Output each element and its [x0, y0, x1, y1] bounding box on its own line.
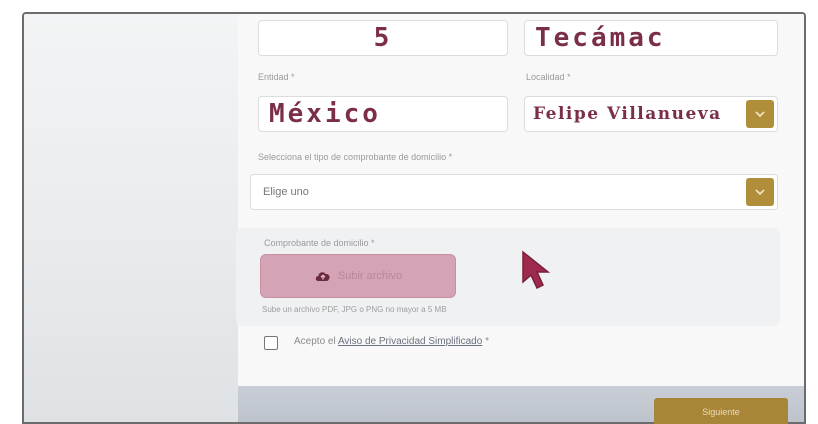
localidad-value: Felipe Villanueva: [533, 104, 722, 124]
consent-required-mark: *: [485, 336, 489, 347]
comprobante-type-value: Elige uno: [263, 186, 309, 198]
entidad-label: Entidad *: [258, 72, 295, 82]
upload-label: Comprobante de domicilio *: [264, 238, 375, 248]
upload-hint: Sube un archivo PDF, JPG o PNG no mayor …: [262, 305, 447, 314]
entidad-field[interactable]: México: [258, 96, 508, 132]
sidebar: [24, 14, 238, 422]
browser-viewport: [22, 12, 806, 424]
upload-button-label: Subir archivo: [337, 270, 403, 282]
privacy-notice-link[interactable]: Aviso de Privacidad Simplificado: [338, 336, 482, 347]
number-value: 5: [373, 23, 393, 53]
municipality-value: Tecámac: [535, 23, 666, 53]
next-button-label: Siguiente: [702, 407, 740, 417]
entidad-value: México: [269, 99, 381, 129]
consent-prefix: Acepto el: [294, 336, 336, 347]
localidad-select[interactable]: Felipe Villanueva: [524, 96, 778, 132]
privacy-consent-text: Acepto el Aviso de Privacidad Simplifica…: [294, 336, 489, 347]
mouse-cursor-icon: [522, 250, 551, 290]
comprobante-type-label: Selecciona el tipo de comprobante de dom…: [258, 152, 453, 162]
comprobante-type-select[interactable]: Elige uno: [250, 174, 778, 210]
privacy-checkbox[interactable]: [264, 336, 278, 350]
cloud-upload-icon: [315, 272, 330, 281]
chevron-down-icon: [755, 189, 765, 195]
comprobante-dropdown-button[interactable]: [746, 178, 774, 206]
number-field[interactable]: 5: [258, 20, 508, 56]
localidad-label: Localidad *: [526, 72, 571, 82]
chevron-down-icon: [755, 111, 765, 117]
localidad-dropdown-button[interactable]: [746, 100, 774, 128]
municipality-field[interactable]: Tecámac: [524, 20, 778, 56]
next-button[interactable]: Siguiente: [654, 398, 788, 424]
upload-button[interactable]: Subir archivo: [260, 254, 456, 298]
